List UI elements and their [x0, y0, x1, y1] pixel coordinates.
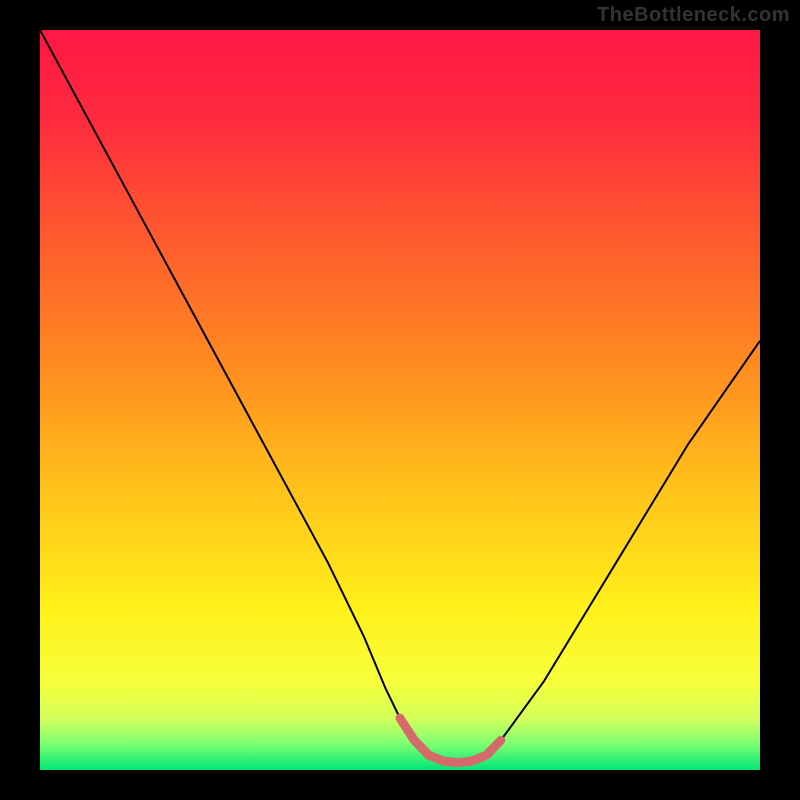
chart-frame: TheBottleneck.com — [0, 0, 800, 800]
plot-background — [40, 30, 760, 770]
watermark-text: TheBottleneck.com — [597, 4, 790, 27]
bottleneck-chart — [0, 0, 800, 800]
